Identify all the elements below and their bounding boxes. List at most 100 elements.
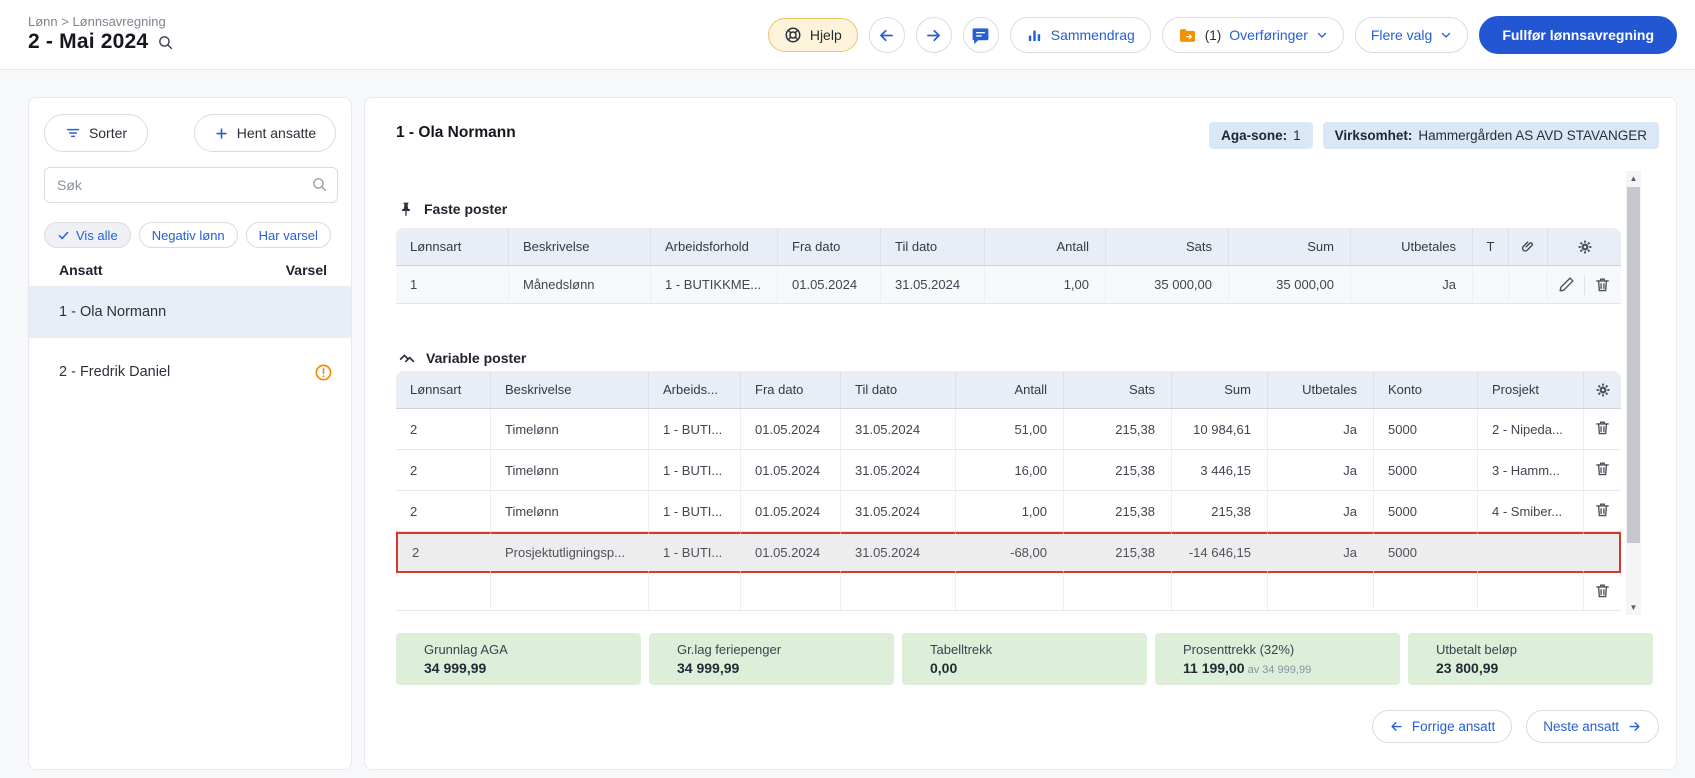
summary-button[interactable]: Sammendrag	[1009, 17, 1151, 53]
help-button[interactable]: Hjelp	[767, 18, 858, 52]
folder-transfer-icon	[1178, 26, 1197, 45]
cell: 2	[396, 450, 491, 491]
variable-poster-row[interactable]: 2 Timelønn 1 - BUTI... 01.05.2024 31.05.2024…	[396, 450, 1621, 491]
cell: 5000	[1374, 409, 1478, 450]
column-header[interactable]: Konto	[1374, 371, 1478, 409]
previous-employee-button[interactable]: Forrige ansatt	[1371, 710, 1513, 743]
page-title: 2 - Mai 2024	[28, 30, 149, 53]
previous-employee-label: Forrige ansatt	[1411, 719, 1496, 734]
cell: Timelønn	[491, 450, 649, 491]
scroll-up-arrow[interactable]: ▲	[1626, 171, 1641, 186]
scroll-down-arrow[interactable]: ▼	[1626, 600, 1641, 615]
delete-icon[interactable]	[1594, 501, 1611, 518]
variable-poster-row[interactable]: 2 Timelønn 1 - BUTI... 01.05.2024 31.05.2024…	[396, 409, 1621, 450]
cell	[396, 573, 491, 611]
next-employee-button[interactable]: Neste ansatt	[1526, 710, 1659, 743]
breadcrumb[interactable]: Lønn > Lønnsavregning	[28, 14, 166, 29]
chevron-down-icon	[1440, 29, 1452, 41]
column-header[interactable]: Fra dato	[778, 228, 881, 266]
summary-label: Grunnlag AGA	[424, 642, 508, 657]
cell: 3 446,15	[1172, 450, 1268, 491]
column-header[interactable]: Til dato	[841, 371, 956, 409]
table-settings-header[interactable]	[1548, 228, 1621, 266]
cell: 31.05.2024	[841, 491, 956, 532]
filter-chip-har-varsel[interactable]: Har varsel	[245, 222, 331, 248]
column-header[interactable]: Antall	[956, 371, 1064, 409]
scrollbar-thumb[interactable]	[1627, 187, 1640, 543]
employee-list-item[interactable]: 2 - Fredrik Daniel	[29, 346, 351, 398]
aga-zone-badge: Aga-sone: 1	[1209, 122, 1313, 149]
column-header[interactable]: Antall	[985, 228, 1106, 266]
column-header[interactable]: T	[1473, 228, 1509, 266]
summary-box: Gr.lag feriepenger 34 999,99	[649, 633, 894, 685]
column-header[interactable]: Til dato	[881, 228, 985, 266]
cell: 1 - BUTI...	[649, 450, 741, 491]
employee-list-item[interactable]: 1 - Ola Normann	[29, 286, 351, 338]
summary-label: Tabelltrekk	[930, 642, 993, 657]
faste-poster-row[interactable]: 1 Månedslønn 1 - BUTIKKME... 01.05.2024 31.0…	[396, 266, 1621, 304]
column-header[interactable]: Prosjekt	[1478, 371, 1584, 409]
column-header[interactable]: Lønnsart	[396, 371, 491, 409]
transfers-button[interactable]: (1) Overføringer	[1161, 17, 1344, 53]
column-header[interactable]: Lønnsart	[396, 228, 509, 266]
forward-button[interactable]	[915, 17, 952, 53]
cell: 5000	[1374, 491, 1478, 532]
column-header[interactable]: Fra dato	[741, 371, 841, 409]
column-header[interactable]: Beskrivelse	[509, 228, 651, 266]
attachment-cell	[1509, 266, 1548, 304]
cell: 31.05.2024	[841, 450, 956, 491]
summary-value-suffix: av 34 999,99	[1244, 664, 1312, 676]
cell: 01.05.2024	[741, 491, 841, 532]
column-header[interactable]: Utbetales	[1351, 228, 1473, 266]
sort-icon	[65, 125, 81, 141]
comments-button[interactable]	[962, 17, 999, 53]
complete-payroll-button[interactable]: Fullfør lønnsavregning	[1479, 16, 1677, 54]
column-header[interactable]: Sum	[1229, 228, 1351, 266]
cell: Prosjektutligningsp...	[491, 532, 649, 573]
vertical-scrollbar[interactable]: ▲ ▼	[1626, 171, 1641, 615]
cell: -14 646,15	[1172, 532, 1268, 573]
table-settings-header[interactable]	[1584, 371, 1621, 409]
column-header[interactable]: Beskrivelse	[491, 371, 649, 409]
column-header[interactable]: Arbeidsforhold	[651, 228, 778, 266]
cell: 51,00	[956, 409, 1064, 450]
back-button[interactable]	[868, 17, 905, 53]
delete-icon[interactable]	[1594, 419, 1611, 436]
cell: 3 - Hamm...	[1478, 450, 1584, 491]
cell: 1 - BUTI...	[649, 409, 741, 450]
delete-icon[interactable]	[1594, 582, 1611, 599]
cell: Ja	[1268, 409, 1374, 450]
column-header[interactable]: Sum	[1172, 371, 1268, 409]
cell: 10 984,61	[1172, 409, 1268, 450]
column-header[interactable]: Arbeids...	[649, 371, 741, 409]
filter-chip-label: Negativ lønn	[151, 227, 225, 243]
sort-button[interactable]: Sorter	[44, 114, 148, 152]
edit-icon[interactable]	[1558, 276, 1575, 293]
fetch-employees-label: Hent ansatte	[236, 125, 317, 141]
cell	[841, 573, 956, 611]
summary-value: 23 800,99	[1436, 660, 1499, 676]
search-icon[interactable]	[157, 34, 174, 51]
variable-poster-row[interactable]: 2 Timelønn 1 - BUTI... 01.05.2024 31.05.2024…	[396, 491, 1621, 532]
more-options-button[interactable]: Flere valg	[1354, 17, 1469, 53]
cell: 16,00	[956, 450, 1064, 491]
variable-poster-row-highlighted[interactable]: 2 Prosjektutligningsp... 1 - BUTI... 01.05.…	[396, 532, 1621, 573]
fetch-employees-button[interactable]: Hent ansatte	[194, 114, 336, 152]
employee-list: 1 - Ola Normann 2 - Fredrik Daniel	[29, 286, 351, 406]
cell: -68,00	[956, 532, 1064, 573]
arrow-left-icon	[1389, 719, 1404, 734]
delete-icon[interactable]	[1594, 460, 1611, 477]
column-header[interactable]: Sats	[1064, 371, 1172, 409]
filter-chips: Vis alle Negativ lønn Har varsel	[44, 222, 331, 248]
employee-search-input[interactable]	[44, 167, 338, 203]
delete-icon[interactable]	[1594, 276, 1611, 293]
cell: 1 - BUTI...	[649, 491, 741, 532]
variable-poster-empty-row[interactable]	[396, 573, 1621, 611]
column-header[interactable]: Sats	[1106, 228, 1229, 266]
row-actions-cell	[1584, 409, 1621, 450]
filter-chip-vis-alle[interactable]: Vis alle	[44, 222, 131, 248]
help-label: Hjelp	[809, 27, 842, 43]
filter-chip-negativ-lonn[interactable]: Negativ lønn	[138, 222, 238, 248]
pin-icon	[398, 201, 414, 217]
column-header[interactable]: Utbetales	[1268, 371, 1374, 409]
